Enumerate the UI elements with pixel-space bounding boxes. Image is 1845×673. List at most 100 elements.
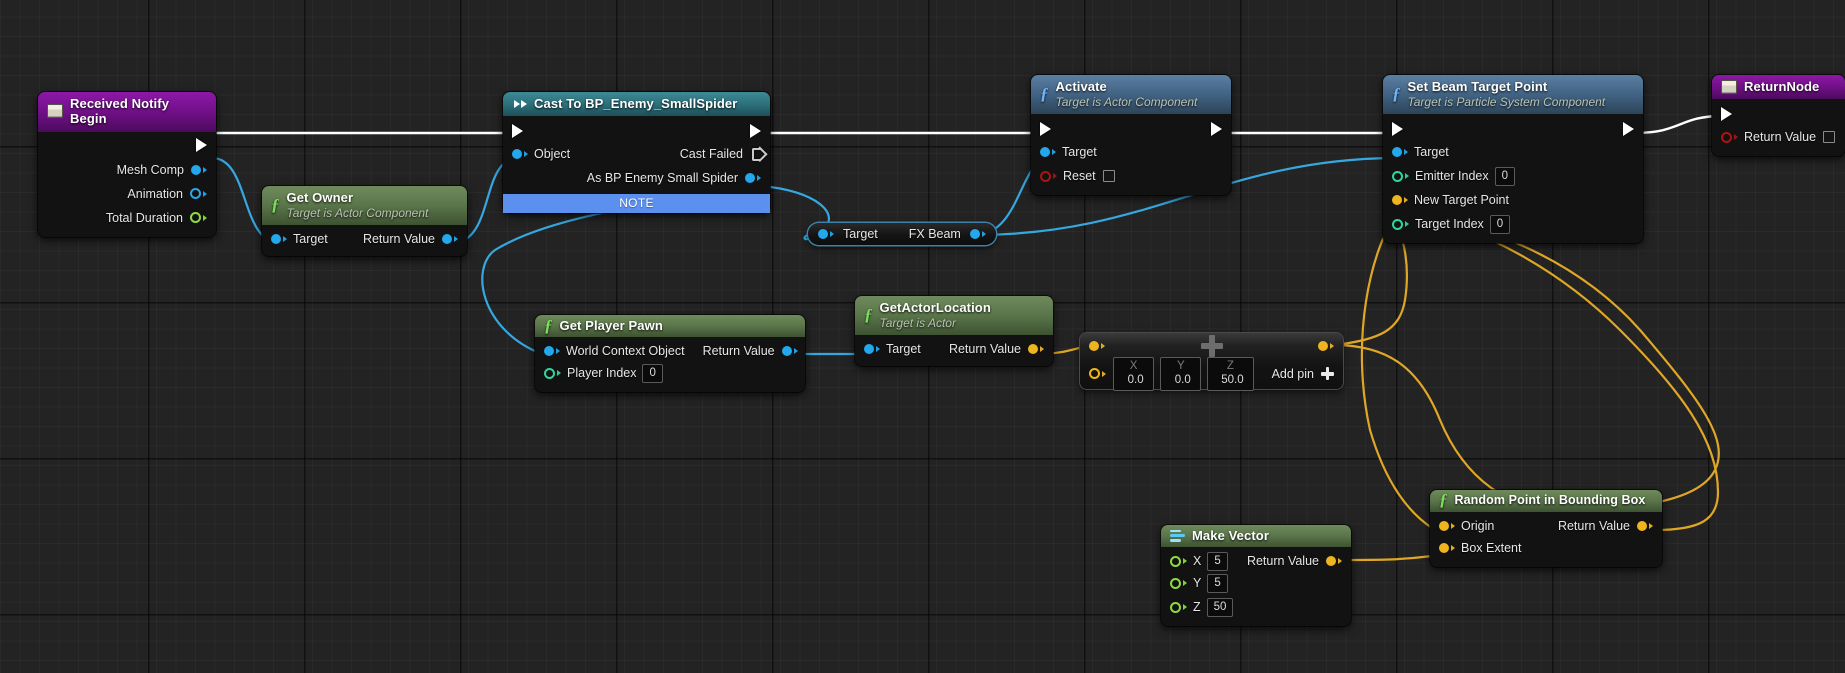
exec-out-pin[interactable] bbox=[1211, 121, 1222, 136]
pin-target[interactable] bbox=[271, 233, 287, 244]
pin-emitter-index[interactable] bbox=[1392, 170, 1409, 182]
node-cast-to-bp-enemy-smallspider[interactable]: Cast To BP_Enemy_SmallSpider Object Cast… bbox=[503, 92, 770, 214]
pin-reset[interactable] bbox=[1040, 170, 1057, 182]
node-activate[interactable]: ƒ Activate Target is Actor Component Tar… bbox=[1031, 75, 1231, 196]
exec-in-pin[interactable] bbox=[1721, 106, 1732, 121]
pin-return-value[interactable] bbox=[1721, 131, 1738, 143]
pin-y[interactable] bbox=[1170, 577, 1187, 589]
node-subtitle: Target is Actor Component bbox=[286, 206, 429, 221]
pin-row-box-extent[interactable]: Box Extent bbox=[1430, 536, 1662, 560]
make-vector-y-input[interactable]: 5 bbox=[1207, 573, 1228, 594]
exec-in-pin[interactable] bbox=[1392, 121, 1403, 136]
pin-box-extent[interactable] bbox=[1439, 542, 1455, 553]
exec-row[interactable] bbox=[503, 116, 770, 142]
node-received-notify-begin[interactable]: Received Notify Begin Mesh Comp Animatio… bbox=[38, 92, 216, 237]
pin-as-bp-enemy-small-spider[interactable] bbox=[745, 173, 761, 184]
node-get-player-pawn[interactable]: ƒ Get Player Pawn World Context Object R… bbox=[535, 315, 805, 393]
pin-row-z[interactable]: Z 50 bbox=[1161, 595, 1351, 619]
reset-checkbox[interactable] bbox=[1102, 170, 1115, 183]
pin-target[interactable] bbox=[1392, 147, 1408, 158]
pin-row-origin[interactable]: Origin Return Value bbox=[1430, 512, 1662, 536]
pin-row-object-castfailed[interactable]: Object Cast Failed bbox=[503, 142, 770, 166]
pin-target[interactable] bbox=[1040, 147, 1056, 158]
target-index-input[interactable]: 0 bbox=[1489, 214, 1511, 235]
return-value-checkbox[interactable] bbox=[1823, 131, 1836, 144]
add-pin-label[interactable]: Add pin bbox=[1272, 367, 1314, 381]
pin-row-target-return[interactable]: Target Return Value bbox=[262, 225, 467, 249]
node-get-actor-location[interactable]: ƒ GetActorLocation Target is Actor Targe… bbox=[855, 296, 1053, 367]
pin-row-new-target-point[interactable]: New Target Point bbox=[1383, 188, 1643, 212]
pin-fx-beam-out[interactable] bbox=[969, 229, 986, 239]
pin-add-input-a[interactable] bbox=[1089, 341, 1105, 351]
pin-object[interactable] bbox=[512, 149, 528, 160]
note-bar[interactable]: NOTE bbox=[503, 194, 770, 214]
player-index-input[interactable]: 0 bbox=[642, 363, 663, 384]
pin-row-world-context-object[interactable]: World Context Object Return Value bbox=[535, 337, 805, 361]
node-make-vector[interactable]: Make Vector X 5 Return Value Y 5 Z 50 bbox=[1161, 525, 1351, 627]
pin-z[interactable] bbox=[1170, 601, 1187, 613]
pin-target-index[interactable] bbox=[1392, 218, 1409, 230]
exec-out-pin[interactable] bbox=[196, 137, 207, 152]
node-vector-add[interactable]: X 0.0 Y 0.0 Z 50.0 Add pin bbox=[1080, 333, 1343, 391]
make-vector-x-input[interactable]: 5 bbox=[1207, 551, 1228, 572]
node-get-owner[interactable]: ƒ Get Owner Target is Actor Component Ta… bbox=[262, 186, 467, 257]
pin-return-value[interactable] bbox=[781, 346, 798, 357]
pin-target[interactable] bbox=[818, 229, 834, 239]
pin-player-index[interactable] bbox=[544, 367, 561, 379]
pin-return-value[interactable] bbox=[1637, 520, 1653, 531]
pin-label-target: Target bbox=[293, 231, 328, 246]
pin-add-input-b[interactable] bbox=[1089, 368, 1106, 380]
exec-pin-cast-failed[interactable] bbox=[752, 147, 761, 161]
pin-new-target-point[interactable] bbox=[1392, 195, 1408, 206]
exec-out-pin[interactable] bbox=[750, 124, 761, 139]
pin-row-x[interactable]: X 5 Return Value bbox=[1161, 547, 1351, 572]
pin-arrow-icon bbox=[1102, 370, 1106, 377]
emitter-index-input[interactable]: 0 bbox=[1494, 166, 1516, 187]
node-return[interactable]: ReturnNode Return Value bbox=[1712, 75, 1845, 157]
pin-x[interactable] bbox=[1170, 555, 1187, 567]
pin-return-value[interactable] bbox=[442, 233, 458, 244]
pin-row-target-return[interactable]: Target Return Value bbox=[855, 335, 1053, 359]
node-set-beam-target-point[interactable]: ƒ Set Beam Target Point Target is Partic… bbox=[1383, 75, 1643, 244]
pin-row-animation[interactable]: Animation bbox=[38, 182, 216, 206]
pin-row-player-index[interactable]: Player Index 0 bbox=[535, 361, 805, 385]
exec-out-row[interactable] bbox=[38, 132, 216, 158]
exec-row[interactable] bbox=[1383, 114, 1643, 140]
pin-animation[interactable] bbox=[190, 188, 207, 200]
pin-add-output[interactable] bbox=[1318, 341, 1334, 351]
pin-row-target-index[interactable]: Target Index 0 bbox=[1383, 212, 1643, 236]
pin-mesh-comp[interactable] bbox=[191, 164, 207, 175]
exec-in-pin[interactable] bbox=[1040, 121, 1051, 136]
exec-in-pin[interactable] bbox=[512, 124, 523, 139]
node-fx-beam[interactable]: Target FX Beam bbox=[808, 223, 996, 245]
vector-x-input[interactable]: X 0.0 bbox=[1113, 357, 1155, 391]
pin-row-target[interactable]: Target bbox=[1383, 140, 1643, 164]
pin-return-value[interactable] bbox=[1326, 556, 1342, 567]
blueprint-graph-canvas[interactable]: Received Notify Begin Mesh Comp Animatio… bbox=[0, 0, 1845, 673]
pin-world-context-object[interactable] bbox=[544, 346, 560, 357]
pin-row-y[interactable]: Y 5 bbox=[1161, 571, 1351, 595]
pin-arrow-icon bbox=[1183, 558, 1187, 565]
pin-row-emitter-index[interactable]: Emitter Index 0 bbox=[1383, 164, 1643, 188]
node-random-point-in-bounding-box[interactable]: ƒ Random Point in Bounding Box Origin Re… bbox=[1430, 490, 1662, 567]
pin-label-return-value: Return Value bbox=[1246, 554, 1319, 569]
pin-return-value[interactable] bbox=[1028, 343, 1044, 354]
add-pin-plus-icon[interactable] bbox=[1321, 367, 1334, 381]
pin-origin[interactable] bbox=[1439, 520, 1455, 531]
pin-row-reset[interactable]: Reset bbox=[1031, 164, 1231, 188]
pin-arrow-icon bbox=[1405, 173, 1409, 180]
vector-z-input[interactable]: Z 50.0 bbox=[1207, 357, 1254, 391]
pin-row-total-duration[interactable]: Total Duration bbox=[38, 206, 216, 230]
pin-target[interactable] bbox=[864, 343, 880, 354]
pin-total-duration[interactable] bbox=[190, 212, 207, 224]
exec-out-pin[interactable] bbox=[1623, 121, 1634, 136]
exec-row[interactable] bbox=[1712, 99, 1845, 125]
pin-row-return-value[interactable]: Return Value bbox=[1712, 125, 1845, 149]
vector-y-input[interactable]: Y 0.0 bbox=[1160, 357, 1202, 391]
pin-row-target[interactable]: Target bbox=[1031, 140, 1231, 164]
pin-row-as-bp-enemy-small-spider[interactable]: As BP Enemy Small Spider bbox=[503, 166, 770, 190]
exec-row[interactable] bbox=[1031, 114, 1231, 140]
add-node-inputs-row[interactable]: X 0.0 Y 0.0 Z 50.0 Add pin bbox=[1080, 357, 1343, 391]
make-vector-z-input[interactable]: 50 bbox=[1206, 597, 1234, 618]
pin-row-mesh-comp[interactable]: Mesh Comp bbox=[38, 158, 216, 182]
